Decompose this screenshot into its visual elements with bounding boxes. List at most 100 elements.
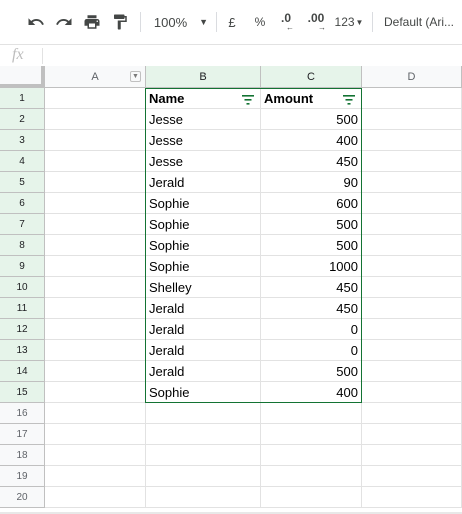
- amount-cell[interactable]: 1000: [261, 256, 362, 277]
- name-cell[interactable]: Sophie: [146, 256, 261, 277]
- percent-button[interactable]: %: [250, 10, 270, 34]
- font-select[interactable]: Default (Ari...: [384, 10, 462, 34]
- cell[interactable]: [362, 340, 462, 361]
- row-header[interactable]: 20: [0, 487, 45, 508]
- row-header[interactable]: 3: [0, 130, 45, 151]
- name-cell[interactable]: Jerald: [146, 340, 261, 361]
- row-header[interactable]: 5: [0, 172, 45, 193]
- more-formats-button[interactable]: 123 ▼: [332, 10, 366, 34]
- cell[interactable]: [362, 193, 462, 214]
- zoom-select[interactable]: 100% ▼: [150, 10, 212, 34]
- cell[interactable]: [45, 256, 146, 277]
- header-cell-name[interactable]: Name: [146, 88, 261, 109]
- column-header-d[interactable]: D: [362, 66, 462, 88]
- cell[interactable]: [45, 172, 146, 193]
- cell[interactable]: [362, 466, 462, 487]
- cell[interactable]: [146, 424, 261, 445]
- cell[interactable]: [362, 277, 462, 298]
- cell[interactable]: [45, 130, 146, 151]
- cell[interactable]: [261, 466, 362, 487]
- cell[interactable]: [362, 214, 462, 235]
- cell[interactable]: [45, 382, 146, 403]
- column-menu-icon[interactable]: ▼: [130, 71, 141, 82]
- print-icon[interactable]: [80, 10, 104, 34]
- cell[interactable]: [362, 361, 462, 382]
- cell[interactable]: [362, 487, 462, 508]
- amount-cell[interactable]: 0: [261, 319, 362, 340]
- cell[interactable]: [362, 235, 462, 256]
- cell[interactable]: [362, 88, 462, 109]
- cell[interactable]: [362, 445, 462, 466]
- row-header[interactable]: 17: [0, 424, 45, 445]
- cell[interactable]: [146, 487, 261, 508]
- select-all-corner[interactable]: [0, 66, 45, 88]
- name-cell[interactable]: Shelley: [146, 277, 261, 298]
- cell[interactable]: [45, 277, 146, 298]
- cell[interactable]: [362, 319, 462, 340]
- amount-cell[interactable]: 500: [261, 235, 362, 256]
- header-cell-amount[interactable]: Amount: [261, 88, 362, 109]
- row-header[interactable]: 19: [0, 466, 45, 487]
- amount-cell[interactable]: 450: [261, 298, 362, 319]
- name-cell[interactable]: Sophie: [146, 193, 261, 214]
- row-header[interactable]: 9: [0, 256, 45, 277]
- filter-icon[interactable]: [343, 93, 355, 105]
- name-cell[interactable]: Jerald: [146, 172, 261, 193]
- paint-format-icon[interactable]: [108, 10, 132, 34]
- amount-cell[interactable]: 500: [261, 109, 362, 130]
- row-header[interactable]: 14: [0, 361, 45, 382]
- row-header[interactable]: 8: [0, 235, 45, 256]
- cell[interactable]: [45, 424, 146, 445]
- row-header[interactable]: 12: [0, 319, 45, 340]
- undo-icon[interactable]: [24, 10, 48, 34]
- row-header[interactable]: 4: [0, 151, 45, 172]
- row-header[interactable]: 15: [0, 382, 45, 403]
- cell[interactable]: [45, 109, 146, 130]
- cell[interactable]: [45, 487, 146, 508]
- cell[interactable]: [45, 403, 146, 424]
- cell[interactable]: [261, 487, 362, 508]
- cell[interactable]: [45, 214, 146, 235]
- amount-cell[interactable]: 400: [261, 382, 362, 403]
- cell[interactable]: [362, 109, 462, 130]
- amount-cell[interactable]: 500: [261, 214, 362, 235]
- amount-cell[interactable]: 400: [261, 130, 362, 151]
- row-header[interactable]: 1: [0, 88, 45, 109]
- cell[interactable]: [146, 466, 261, 487]
- name-cell[interactable]: Sophie: [146, 235, 261, 256]
- cell[interactable]: [45, 361, 146, 382]
- row-header[interactable]: 2: [0, 109, 45, 130]
- column-header-b[interactable]: B: [146, 66, 261, 88]
- amount-cell[interactable]: 90: [261, 172, 362, 193]
- cell[interactable]: [45, 340, 146, 361]
- name-cell[interactable]: Jerald: [146, 319, 261, 340]
- row-header[interactable]: 16: [0, 403, 45, 424]
- amount-cell[interactable]: 600: [261, 193, 362, 214]
- cell[interactable]: [146, 403, 261, 424]
- cell[interactable]: [45, 235, 146, 256]
- name-cell[interactable]: Sophie: [146, 214, 261, 235]
- cell[interactable]: [261, 445, 362, 466]
- increase-decimal-button[interactable]: .00 →: [302, 10, 330, 34]
- cell[interactable]: [45, 298, 146, 319]
- formula-input[interactable]: [48, 47, 458, 65]
- cell[interactable]: [45, 88, 146, 109]
- redo-icon[interactable]: [52, 10, 76, 34]
- column-header-a[interactable]: A ▼: [45, 66, 146, 88]
- cell[interactable]: [45, 319, 146, 340]
- row-header[interactable]: 13: [0, 340, 45, 361]
- name-cell[interactable]: Jesse: [146, 109, 261, 130]
- cell[interactable]: [362, 256, 462, 277]
- row-header[interactable]: 11: [0, 298, 45, 319]
- row-header[interactable]: 6: [0, 193, 45, 214]
- cell[interactable]: [261, 403, 362, 424]
- name-cell[interactable]: Sophie: [146, 382, 261, 403]
- cell[interactable]: [261, 424, 362, 445]
- name-cell[interactable]: Jesse: [146, 130, 261, 151]
- name-cell[interactable]: Jesse: [146, 151, 261, 172]
- cell[interactable]: [362, 130, 462, 151]
- cell[interactable]: [362, 403, 462, 424]
- row-header[interactable]: 18: [0, 445, 45, 466]
- cell[interactable]: [45, 193, 146, 214]
- decrease-decimal-button[interactable]: .0 ←: [274, 10, 298, 34]
